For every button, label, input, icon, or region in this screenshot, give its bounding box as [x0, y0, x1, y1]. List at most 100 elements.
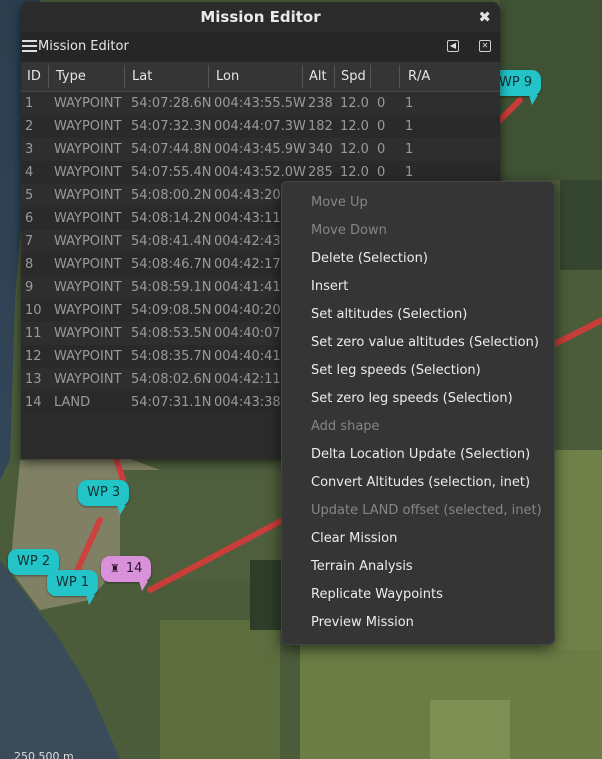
table-cell-type: WAYPOINT: [54, 280, 122, 295]
table-cell-lon: 004:42:17.: [214, 257, 285, 272]
table-cell-lon: 004:43:20.: [214, 188, 285, 203]
waypoint-marker-label: WP 3: [87, 485, 121, 500]
column-header-lon[interactable]: Lon: [216, 62, 239, 91]
table-cell-id: 4: [25, 165, 34, 180]
table-cell-alt: 340: [308, 142, 333, 157]
table-cell-id: 3: [25, 142, 34, 157]
table-cell-lat: 54:09:08.5N: [131, 303, 212, 318]
table-cell-lon: 004:44:07.3W: [214, 119, 306, 134]
menu-item-insert[interactable]: Insert: [311, 273, 348, 301]
menu-item-set-zero-leg-speeds-selection[interactable]: Set zero leg speeds (Selection): [311, 385, 513, 413]
hamburger-menu-icon[interactable]: [22, 40, 37, 54]
menu-item-delta-location-update-selection[interactable]: Delta Location Update (Selection): [311, 441, 530, 469]
table-cell-type: WAYPOINT: [54, 372, 122, 387]
mission-planner-screen: WP 9 WP 3 WP 2 WP 1 ♜ 14 250 500 m Missio…: [0, 0, 602, 759]
menu-item-move-down: Move Down: [311, 223, 387, 238]
table-cell-lon: 004:43:45.9W: [214, 142, 306, 157]
waypoint-marker-1[interactable]: WP 1: [47, 570, 99, 605]
waypoint-marker-label: 14: [125, 561, 143, 576]
table-cell-type: WAYPOINT: [54, 165, 122, 180]
menu-item-convert-altitudes-selection-inet[interactable]: Convert Altitudes (selection, inet): [311, 469, 530, 497]
table-cell-type: WAYPOINT: [54, 188, 122, 203]
table-cell-lon: 004:43:11.: [214, 211, 285, 226]
table-cell-id: 12: [25, 349, 42, 364]
table-cell-ra: 1: [405, 142, 414, 157]
table-row[interactable]: 3 WAYPOINT 54:07:44.8N 004:43:45.9W 340 12.0 0…: [21, 138, 500, 161]
table-cell-lat: 54:07:31.1N: [131, 395, 212, 410]
table-cell-lat: 54:08:53.5N: [131, 326, 212, 341]
table-cell-c7: 0: [377, 119, 386, 134]
menu-item-terrain-analysis[interactable]: Terrain Analysis: [311, 553, 413, 581]
table-cell-id: 1: [25, 96, 34, 111]
table-cell-lat: 54:08:46.7N: [131, 257, 212, 272]
table-cell-id: 11: [25, 326, 42, 341]
table-cell-lat: 54:07:32.3N: [131, 119, 212, 134]
waypoint-marker-label: WP 2: [17, 554, 51, 569]
table-cell-lon: 004:43:38.: [214, 395, 285, 410]
table-cell-lon: 004:40:41.: [214, 349, 285, 364]
menu-item-delete-selection[interactable]: Delete (Selection): [311, 245, 428, 273]
column-header-ra[interactable]: R/A: [408, 62, 430, 91]
table-cell-type: WAYPOINT: [54, 211, 122, 226]
table-cell-lon: 004:43:55.5W: [214, 96, 306, 111]
menu-item-set-altitudes-selection[interactable]: Set altitudes (Selection): [311, 301, 467, 329]
table-cell-id: 2: [25, 119, 34, 134]
panel-header: Mission Editor ◀ ✕: [21, 32, 500, 62]
table-cell-id: 5: [25, 188, 34, 203]
panel-title: Mission Editor: [38, 39, 129, 54]
table-cell-lon: 004:42:43.: [214, 234, 285, 249]
menu-item-add-shape: Add shape: [311, 419, 380, 434]
menu-item-preview-mission[interactable]: Preview Mission: [311, 609, 414, 637]
column-header-spd[interactable]: Spd: [341, 62, 366, 91]
detach-icon[interactable]: ◀: [447, 40, 459, 52]
menu-item-clear-mission[interactable]: Clear Mission: [311, 525, 397, 553]
table-cell-type: WAYPOINT: [54, 257, 122, 272]
menu-item-replicate-waypoints[interactable]: Replicate Waypoints: [311, 581, 443, 609]
window-title: Mission Editor: [200, 8, 321, 26]
table-cell-spd: 12.0: [340, 142, 369, 157]
map-scale-bar: 250 500 m: [14, 750, 74, 759]
close-icon[interactable]: ✖: [478, 2, 491, 32]
table-cell-alt: 238: [308, 96, 333, 111]
table-cell-lat: 54:08:00.2N: [131, 188, 212, 203]
column-header-lat[interactable]: Lat: [132, 62, 152, 91]
table-cell-lat: 54:08:41.4N: [131, 234, 212, 249]
menu-item-move-up: Move Up: [311, 195, 368, 210]
table-cell-spd: 12.0: [340, 96, 369, 111]
table-cell-lat: 54:07:44.8N: [131, 142, 212, 157]
table-cell-lat: 54:08:02.6N: [131, 372, 212, 387]
table-cell-id: 7: [25, 234, 34, 249]
table-cell-lon: 004:40:07.: [214, 326, 285, 341]
table-cell-type: WAYPOINT: [54, 326, 122, 341]
table-row[interactable]: 2 WAYPOINT 54:07:32.3N 004:44:07.3W 182 12.0 0…: [21, 115, 500, 138]
table-header: ID Type Lat Lon Alt Spd R/A: [21, 62, 500, 92]
table-cell-id: 13: [25, 372, 42, 387]
table-cell-c7: 0: [377, 96, 386, 111]
table-cell-id: 9: [25, 280, 34, 295]
waypoint-marker-label: WP 1: [56, 575, 90, 590]
table-cell-lon: 004:40:20.: [214, 303, 285, 318]
table-cell-alt: 182: [308, 119, 333, 134]
waypoint-marker-3[interactable]: WP 3: [78, 480, 130, 515]
window-titlebar[interactable]: Mission Editor ✖: [21, 2, 500, 32]
table-cell-lat: 54:08:59.1N: [131, 280, 212, 295]
column-header-type[interactable]: Type: [56, 62, 86, 91]
table-cell-ra: 1: [405, 96, 414, 111]
table-cell-id: 14: [25, 395, 42, 410]
table-cell-type: WAYPOINT: [54, 234, 122, 249]
close-icon[interactable]: ✕: [479, 40, 491, 52]
table-cell-id: 8: [25, 257, 34, 272]
table-cell-id: 6: [25, 211, 34, 226]
menu-item-set-zero-value-altitudes-selection[interactable]: Set zero value altitudes (Selection): [311, 329, 539, 357]
table-cell-ra: 1: [405, 119, 414, 134]
table-row[interactable]: 1 WAYPOINT 54:07:28.6N 004:43:55.5W 238 12.0 0…: [21, 92, 500, 115]
table-cell-lon: 004:42:11.: [214, 372, 285, 387]
waypoint-marker-label: WP 9: [499, 75, 533, 90]
column-header-id[interactable]: ID: [27, 62, 41, 91]
table-cell-type: WAYPOINT: [54, 96, 122, 111]
table-cell-lat: 54:07:55.4N: [131, 165, 212, 180]
table-cell-lat: 54:08:35.7N: [131, 349, 212, 364]
land-marker-14[interactable]: ♜ 14: [101, 556, 152, 591]
menu-item-set-leg-speeds-selection[interactable]: Set leg speeds (Selection): [311, 357, 481, 385]
column-header-alt[interactable]: Alt: [309, 62, 327, 91]
